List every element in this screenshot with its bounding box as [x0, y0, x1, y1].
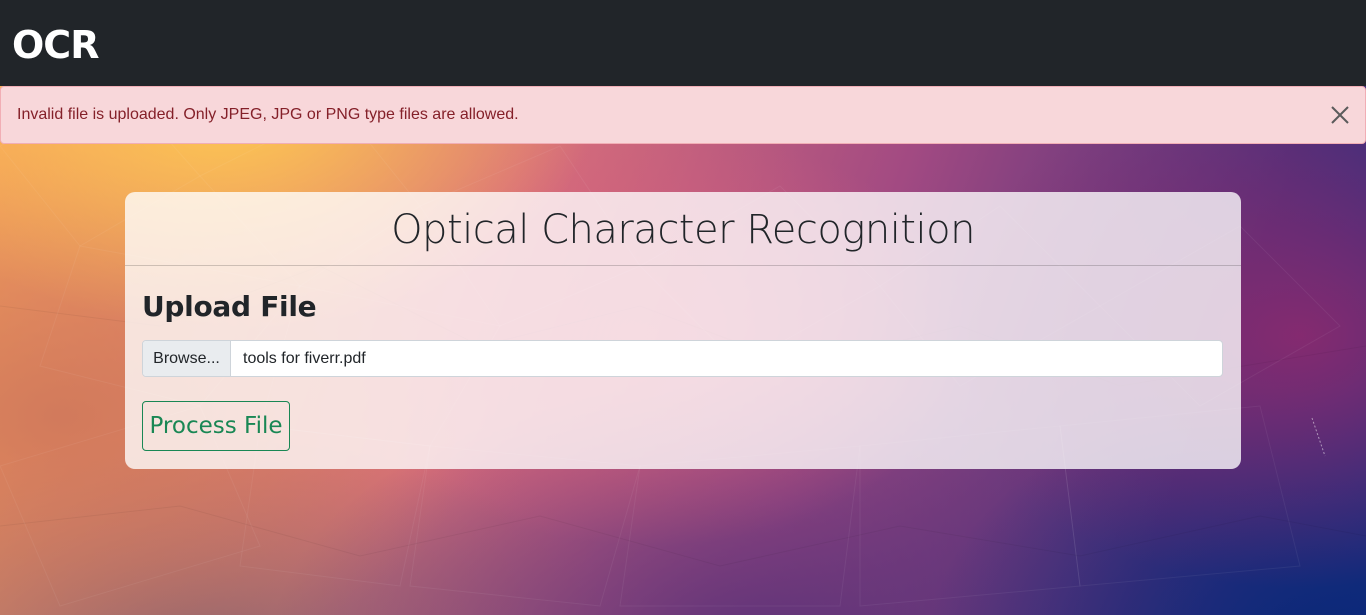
navbar: OCR [0, 0, 1366, 86]
alert-message: Invalid file is uploaded. Only JPEG, JPG… [17, 106, 519, 123]
page-title: Optical Character Recognition [391, 206, 975, 253]
process-file-button[interactable]: Process File [142, 401, 290, 451]
upload-file-heading: Upload File [142, 290, 317, 323]
brand-logo[interactable]: OCR [12, 23, 99, 67]
browse-button[interactable]: Browse... [143, 341, 231, 376]
card-header: Optical Character Recognition [125, 192, 1241, 266]
error-alert: Invalid file is uploaded. Only JPEG, JPG… [0, 86, 1366, 144]
selected-file-name[interactable]: tools for fiverr.pdf [231, 341, 1222, 376]
ocr-card: Optical Character Recognition Upload Fil… [125, 192, 1241, 469]
close-icon[interactable] [1329, 104, 1351, 126]
card-body: Upload File Browse... tools for fiverr.p… [125, 266, 1241, 469]
file-input[interactable]: Browse... tools for fiverr.pdf [142, 340, 1223, 377]
